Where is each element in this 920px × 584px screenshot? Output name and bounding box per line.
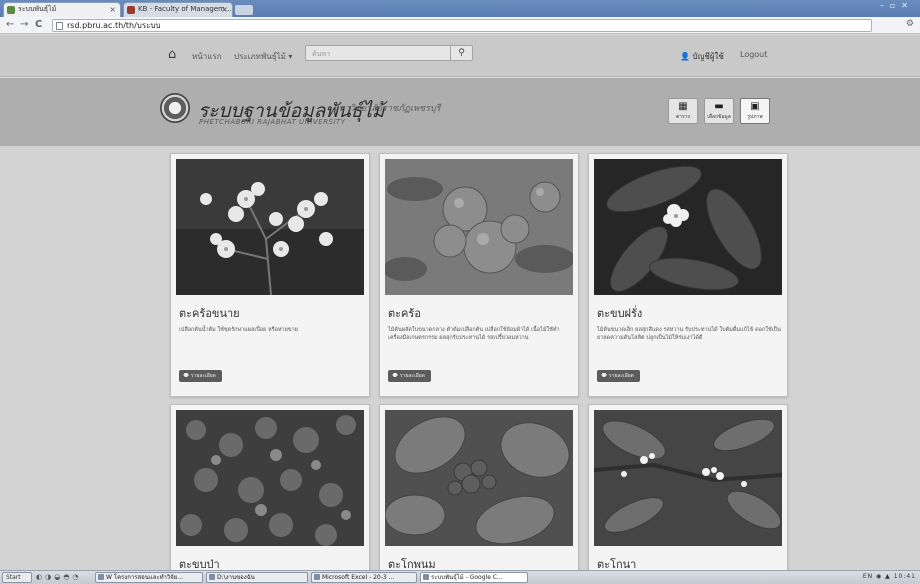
plant-card: ตะคร้อ ไม้ต้นผลัดใบขนาดกลาง ตำต้มเปลือกต… [379, 153, 579, 397]
plant-card-grid: ตะคร้อขนาย เปลือกต้นน้ำต้ม ใช้ชุดรักษาแผ… [0, 146, 920, 574]
details-button[interactable]: 💬 รายละเอียด [388, 370, 431, 382]
new-tab-button[interactable] [235, 5, 253, 15]
view-images-button[interactable]: ▣ รูปภาพ [740, 98, 770, 124]
site-subtitle: มหาวิทยาลัยราชภัฏเพชรบุรี [333, 104, 441, 114]
view-select-button[interactable]: ▬ เลือกข้อมูล [704, 98, 734, 124]
grid-icon: ▦ [678, 101, 688, 112]
plant-card: ตะคร้อขนาย เปลือกต้นน้ำต้ม ใช้ชุดรักษาแผ… [170, 153, 370, 397]
taskbar-item[interactable]: W โครงการสอนและทำวิจัย... [95, 572, 203, 583]
plant-name: ตะคร้อขนาย [179, 307, 240, 320]
university-seal-logo [160, 93, 190, 123]
user-account-link[interactable]: 👤 บัญชีผู้ใช้ [680, 50, 724, 63]
plant-description: เปลือกต้นน้ำต้ม ใช้ชุดรักษาแผลเปื่อย หรื… [179, 327, 298, 333]
plant-photo[interactable] [385, 410, 573, 546]
window-controls[interactable]: –▫✕ [880, 1, 914, 10]
site-navbar: ⌂ หน้าแรก ประเภทพันธุ์ไม้ ▾ ค้นหา ⚲ 👤 บั… [0, 35, 920, 77]
site-banner: ระบบฐานข้อมูลพันธุ์ไม้ มหาวิทยาลัยราชภัฏ… [0, 78, 920, 146]
plant-card: ตะขบป่า [170, 404, 370, 574]
taskbar-item-label: ระบบพันธุ์ไม้ - Google C... [431, 574, 503, 581]
address-text: rsd.pbru.ac.th/th/บระบบ [67, 21, 161, 30]
view-button-label: รูปภาพ [747, 114, 763, 120]
plant-description: ไม้ต้นผลัดใบขนาดกลาง ตำต้มเปลือกต้น เปลื… [388, 327, 560, 341]
tab-favicon-icon [127, 6, 135, 14]
view-button-label: ตาราง [676, 114, 690, 120]
taskbar-item-active[interactable]: ระบบพันธุ์ไม้ - Google C... [420, 572, 528, 583]
details-button-label: รายละเอียด [608, 373, 634, 379]
details-button-label: รายละเอียด [190, 373, 216, 379]
plant-photo[interactable] [176, 159, 364, 295]
search-icon[interactable]: ⚲ [450, 46, 472, 60]
system-tray[interactable]: EN ◉ ▲ 10:41 [863, 573, 916, 580]
folder-icon [209, 574, 215, 580]
plant-name: ตะคร้อ [388, 307, 421, 320]
tab-close-icon[interactable]: × [221, 3, 228, 16]
taskbar-item-label: W โครงการสอนและทำวิจัย... [106, 574, 184, 581]
home-icon[interactable]: ⌂ [168, 47, 176, 62]
browser-toolbar: ← → C rsd.pbru.ac.th/th/บระบบ ⚙ [0, 17, 920, 34]
logout-link[interactable]: Logout [740, 50, 767, 59]
plant-photo[interactable] [176, 410, 364, 546]
chrome-icon [423, 574, 429, 580]
tab-label: ระบบพันธุ์ไม้ [18, 5, 57, 13]
os-taskbar: Start ◐◑◒◓◔ W โครงการสอนและทำวิจัย... D:… [0, 570, 920, 584]
search-box: ค้นหา ⚲ [305, 45, 473, 61]
details-button[interactable]: 💬 รายละเอียด [597, 370, 640, 382]
back-arrow-icon[interactable]: ← [6, 19, 14, 31]
tab-favicon-icon [7, 6, 15, 14]
plant-photo[interactable] [594, 410, 782, 546]
plant-photo[interactable] [385, 159, 573, 295]
nav-link-plant-types[interactable]: ประเภทพันธุ์ไม้ ▾ [234, 50, 292, 63]
browser-tab-active[interactable]: ระบบพันธุ์ไม้ × [3, 2, 121, 17]
browser-tab[interactable]: KB - Faculty of Managem... × [123, 2, 233, 17]
plant-description: ไม้ต้นขนาดเล็ก ผลสุกสีแดง รสหวาน รับประท… [597, 327, 781, 341]
taskbar-item[interactable]: Microsoft Excel - 20-3 ... [311, 572, 417, 583]
plant-photo[interactable] [594, 159, 782, 295]
browser-tabstrip: ระบบพันธุ์ไม้ × KB - Faculty of Managem.… [0, 0, 920, 17]
plant-card: ตะโกนา [588, 404, 788, 574]
taskbar-item[interactable]: D:\งานของฉัน [206, 572, 308, 583]
tab-label: KB - Faculty of Managem... [138, 5, 232, 13]
tab-close-icon[interactable]: × [109, 3, 116, 16]
reload-icon[interactable]: C [35, 19, 42, 31]
taskbar-item-label: Microsoft Excel - 20-3 ... [322, 574, 395, 581]
wrench-icon[interactable]: ⚙ [906, 19, 914, 29]
view-table-button[interactable]: ▦ ตาราง [668, 98, 698, 124]
address-bar[interactable]: rsd.pbru.ac.th/th/บระบบ [52, 19, 872, 32]
nav-link-home[interactable]: หน้าแรก [192, 50, 222, 63]
plant-card: ตะโกพนม [379, 404, 579, 574]
taskbar-item-label: D:\งานของฉัน [217, 574, 255, 581]
search-input[interactable]: ค้นหา [312, 49, 330, 60]
details-button[interactable]: 💬 รายละเอียด [179, 370, 222, 382]
details-button-label: รายละเอียด [399, 373, 425, 379]
image-icon: ▣ [750, 101, 760, 112]
quick-launch-icons[interactable]: ◐◑◒◓◔ [36, 573, 82, 581]
excel-icon [314, 574, 320, 580]
view-button-label: เลือกข้อมูล [707, 114, 731, 120]
plant-name: ตะขบฝรั่ง [597, 307, 643, 320]
page-icon [56, 22, 63, 30]
start-button[interactable]: Start [2, 572, 32, 583]
forward-arrow-icon[interactable]: → [20, 19, 28, 31]
app-icon [98, 574, 104, 580]
plant-card: ตะขบฝรั่ง ไม้ต้นขนาดเล็ก ผลสุกสีแดง รสหว… [588, 153, 788, 397]
university-name-en: PHETCHABURI RAJABHAT UNIVERSITY [199, 118, 346, 126]
folder-icon: ▬ [714, 101, 724, 112]
